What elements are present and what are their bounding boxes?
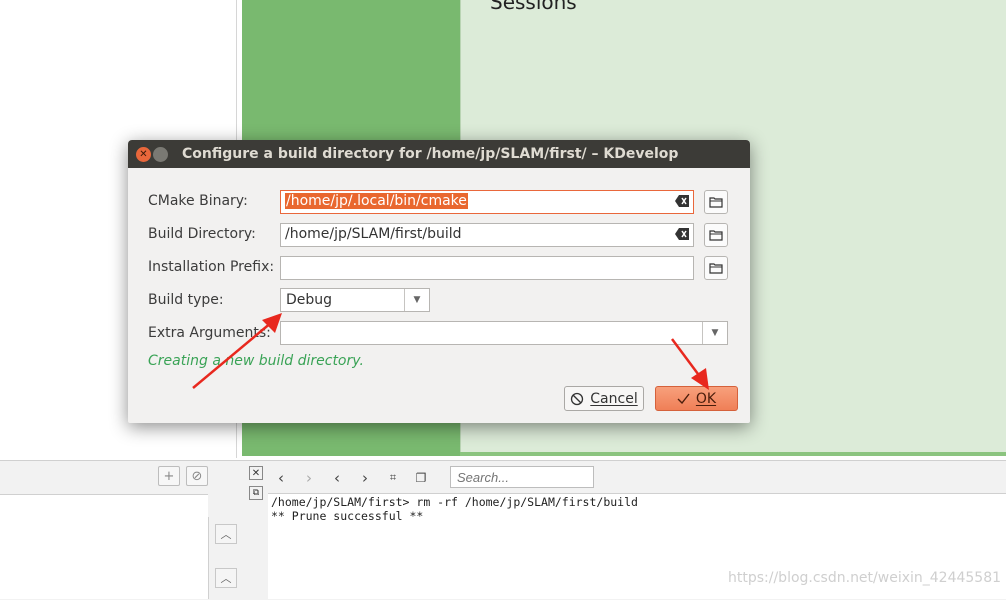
chevron-left-icon[interactable]: ‹ [272,468,290,488]
collapse-icon[interactable]: ⌗ [384,468,402,488]
clear-text-icon[interactable] [675,228,689,240]
cmake-binary-label: CMake Binary: [148,193,248,209]
chevron-up-icon: ︿ [220,528,232,541]
extra-arguments-combobox[interactable]: ▼ [280,321,728,345]
close-icon: ✕ [139,149,148,160]
build-directory-input[interactable]: /home/jp/SLAM/first/build [280,223,694,247]
cancel-label: Cancel [590,390,638,407]
installation-prefix-label: Installation Prefix: [148,259,275,275]
chevron-right-icon[interactable]: › [300,468,318,488]
chevron-left-icon[interactable]: ‹ [328,468,346,488]
chevron-up-icon: ︿ [220,572,232,585]
folder-icon [709,197,723,208]
browse-build-dir-button[interactable] [704,223,728,247]
list-view[interactable] [0,517,209,599]
plus-icon: + [163,468,175,484]
close-button[interactable]: ✕ [136,147,151,162]
copy-icon[interactable]: ❐ [412,468,430,488]
close-icon: ✕ [251,467,261,479]
console-line: ** Prune successful ** [271,509,424,523]
no-sign-icon: ⊘ [191,468,203,484]
watermark: https://blog.csdn.net/weixin_42445581 [728,570,1002,586]
scroll-top-button[interactable]: ︿ [215,524,237,544]
minimize-button[interactable] [153,147,168,162]
cancel-icon [571,392,584,405]
clear-text-icon[interactable] [675,195,689,207]
chevron-right-icon[interactable]: › [356,468,374,488]
add-button[interactable]: + [158,466,180,486]
configure-build-dialog: ✕ Configure a build directory for /home/… [128,140,750,423]
welcome-bottom-border [460,452,1006,456]
console-line: /home/jp/SLAM/first> rm -rf /home/jp/SLA… [271,495,638,509]
extra-arguments-label: Extra Arguments: [148,325,271,341]
close-view-button[interactable]: ✕ [249,466,263,480]
sessions-heading: Sessions [490,0,577,14]
dialog-title: Configure a build directory for /home/jp… [182,146,679,162]
build-directory-value: /home/jp/SLAM/first/build [285,226,462,242]
browse-cmake-button[interactable] [704,190,728,214]
chevron-down-icon[interactable]: ▼ [404,289,429,311]
list-header [0,494,208,518]
scroll-up-button[interactable]: ︿ [215,568,237,588]
float-view-button[interactable]: ⧉ [249,486,263,500]
build-type-combobox[interactable]: Debug ▼ [280,288,430,312]
folder-icon [709,230,723,241]
status-message: Creating a new build directory. [148,353,364,369]
chevron-down-icon[interactable]: ▼ [702,322,727,344]
disable-button[interactable]: ⊘ [186,466,208,486]
cancel-button[interactable]: Cancel [564,386,644,411]
folder-icon [709,263,723,274]
float-icon: ⧉ [252,488,260,498]
browse-prefix-button[interactable] [704,256,728,280]
build-type-label: Build type: [148,292,224,308]
cmake-binary-input[interactable]: /home/jp/.local/bin/cmake [280,190,694,214]
check-icon [677,393,690,404]
build-type-value: Debug [286,292,333,308]
build-directory-label: Build Directory: [148,226,256,242]
installation-prefix-input[interactable] [280,256,694,280]
ok-label: OK [695,390,717,407]
console-search-input[interactable] [450,466,594,488]
console-toolbar: ‹ › ‹ › ⌗ ❐ [272,466,430,490]
cmake-binary-value: /home/jp/.local/bin/cmake [285,193,468,209]
ok-button[interactable]: OK [655,386,738,411]
